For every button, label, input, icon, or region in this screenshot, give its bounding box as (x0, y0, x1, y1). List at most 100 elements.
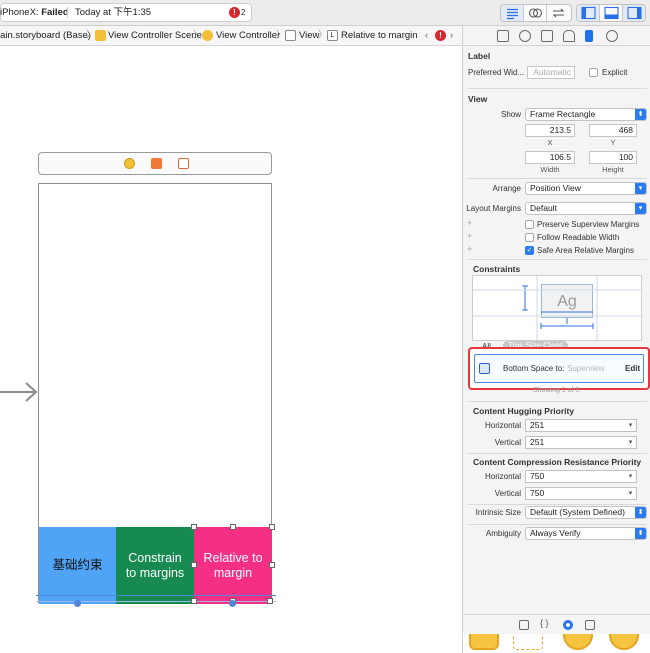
view-relative-to-margin[interactable]: Relative to margin (194, 527, 272, 604)
size-inspector-icon[interactable] (585, 30, 593, 42)
utilities-toggle-button[interactable] (623, 5, 645, 21)
attributes-inspector-icon[interactable] (563, 30, 575, 42)
constraint-row-bottom-space[interactable]: Bottom Space to: Superview Edit (474, 354, 644, 383)
standard-editor-button[interactable] (501, 5, 524, 21)
navigator-toggle-button[interactable] (577, 5, 600, 21)
constraint-anchor[interactable] (74, 600, 81, 607)
hugging-vertical-field[interactable]: 251 ▾ (525, 436, 637, 449)
y-label: Y (610, 138, 616, 147)
resize-handle[interactable] (191, 598, 197, 604)
view-constrain-to-margins[interactable]: Constrain to margins (116, 527, 194, 604)
constraint-line[interactable] (36, 595, 276, 596)
stepper-icon[interactable]: ▾ (625, 471, 636, 482)
add-variation-icon[interactable]: + (467, 231, 472, 241)
view-controller-view[interactable]: 基础约束 Constrain to margins Relative to ma… (38, 183, 275, 604)
stepper-icon[interactable]: ▾ (625, 437, 636, 448)
library-object-view-controller[interactable] (469, 634, 499, 650)
exit-icon[interactable] (178, 158, 189, 169)
back-issue-icon[interactable]: ‹ (425, 26, 428, 45)
library-object-navigation-controller[interactable] (563, 634, 593, 650)
breadcrumb-scene[interactable]: View Controller Scene (108, 26, 202, 45)
error-count[interactable]: 2 (241, 4, 245, 21)
show-label: Show (500, 110, 521, 119)
follow-readable-width-checkbox[interactable] (525, 233, 534, 242)
width-field[interactable]: 106.5 (525, 151, 575, 164)
add-variation-icon[interactable]: + (467, 244, 472, 254)
resize-handle[interactable] (230, 524, 236, 530)
version-editor-button[interactable] (547, 5, 570, 21)
compression-horizontal-field[interactable]: 750 ▾ (525, 470, 637, 483)
initial-view-controller-arrow-icon (0, 382, 38, 402)
view-controller-icon[interactable] (124, 158, 135, 169)
forward-issue-icon[interactable]: › (450, 26, 453, 45)
object-library-icon[interactable] (563, 620, 573, 630)
resize-handle[interactable] (191, 562, 197, 568)
error-icon[interactable]: ! (229, 7, 240, 18)
constraint-anchor[interactable] (229, 600, 236, 607)
code-snippet-icon[interactable]: { } (540, 618, 549, 628)
explicit-label: Explicit (602, 68, 628, 77)
build-state: Failed (41, 7, 69, 18)
file-inspector-icon[interactable] (497, 30, 509, 42)
breadcrumb-label[interactable]: Relative to margin (341, 26, 418, 45)
first-responder-icon[interactable] (151, 158, 162, 169)
section-hugging-title: Content Hugging Priority (473, 406, 575, 416)
divider (467, 524, 647, 525)
debug-toggle-button[interactable] (600, 5, 623, 21)
constraint-line[interactable] (36, 601, 276, 602)
activity-status: iPhoneX: Failed Today at 下午1:35 ! 2 (0, 3, 252, 22)
safe-area-relative-margins-checkbox[interactable]: ✓ (525, 246, 534, 255)
resize-handle[interactable] (191, 524, 197, 530)
resize-handle[interactable] (269, 562, 275, 568)
hugging-horizontal-field[interactable]: 251 ▾ (525, 419, 637, 432)
connections-inspector-icon[interactable] (606, 30, 618, 42)
divider (467, 453, 647, 454)
library-object-storyboard-reference[interactable] (513, 634, 543, 650)
arrange-popup[interactable]: Position View ▾ (525, 182, 647, 195)
x-field[interactable]: 213.5 (525, 124, 575, 137)
issue-error-icon[interactable]: ! (435, 30, 446, 41)
breadcrumb-storyboard[interactable]: lain.storyboard (Base) (0, 26, 91, 45)
view-icon (285, 30, 296, 41)
storyboard-canvas[interactable]: 基础约束 Constrain to margins Relative to ma… (0, 46, 462, 653)
show-popup[interactable]: Frame Rectangle ⬍ (525, 108, 647, 121)
constraints-diagram[interactable]: Ag (472, 275, 643, 342)
scene-dock[interactable] (38, 152, 272, 175)
help-icon[interactable] (519, 30, 531, 42)
add-variation-icon[interactable]: + (467, 218, 472, 228)
preferred-width-field[interactable]: Automatic (527, 66, 575, 79)
resize-handle[interactable] (267, 598, 273, 604)
intrinsic-size-popup[interactable]: Default (System Defined) ⬍ (525, 506, 647, 519)
ambiguity-popup[interactable]: Always Verify ⬍ (525, 527, 647, 540)
height-field[interactable]: 100 (589, 151, 637, 164)
library-object-table-view-controller[interactable] (609, 634, 639, 650)
breadcrumb-view-controller[interactable]: View Controller (216, 26, 280, 45)
breadcrumb-view[interactable]: View (299, 26, 319, 45)
stepper-icon[interactable]: ▾ (625, 420, 636, 431)
status-divider (67, 7, 68, 18)
width-label: Width (540, 165, 560, 174)
view-basic-constraints[interactable]: 基础约束 (39, 527, 116, 604)
compression-vertical-field[interactable]: 750 ▾ (525, 487, 637, 500)
stepper-icon[interactable]: ▾ (625, 488, 636, 499)
layout-margins-popup[interactable]: Default ▾ (525, 202, 647, 215)
file-template-icon[interactable] (519, 620, 529, 630)
constraint-edit-button[interactable]: Edit (625, 364, 640, 373)
hugging-vertical-value: 251 (530, 437, 545, 447)
bottom-panel-icon (604, 6, 619, 20)
explicit-checkbox[interactable] (589, 68, 598, 77)
follow-readable-width-label: Follow Readable Width (537, 233, 620, 242)
resize-handle[interactable] (269, 524, 275, 530)
assistant-editor-button[interactable] (524, 5, 547, 21)
ambiguity-value: Always Verify (530, 528, 581, 538)
divider (467, 401, 647, 402)
section-label-title: Label (468, 51, 491, 61)
identity-inspector-icon[interactable] (541, 30, 553, 42)
y-field[interactable]: 468 (589, 124, 637, 137)
popup-arrows-icon: ▾ (635, 183, 646, 194)
preserve-superview-margins-checkbox[interactable] (525, 220, 534, 229)
build-time: Today at 下午1:35 (75, 7, 152, 18)
intrinsic-size-value: Default (System Defined) (530, 507, 625, 517)
panel-toggle-control (576, 4, 646, 22)
media-library-icon[interactable] (585, 620, 595, 630)
